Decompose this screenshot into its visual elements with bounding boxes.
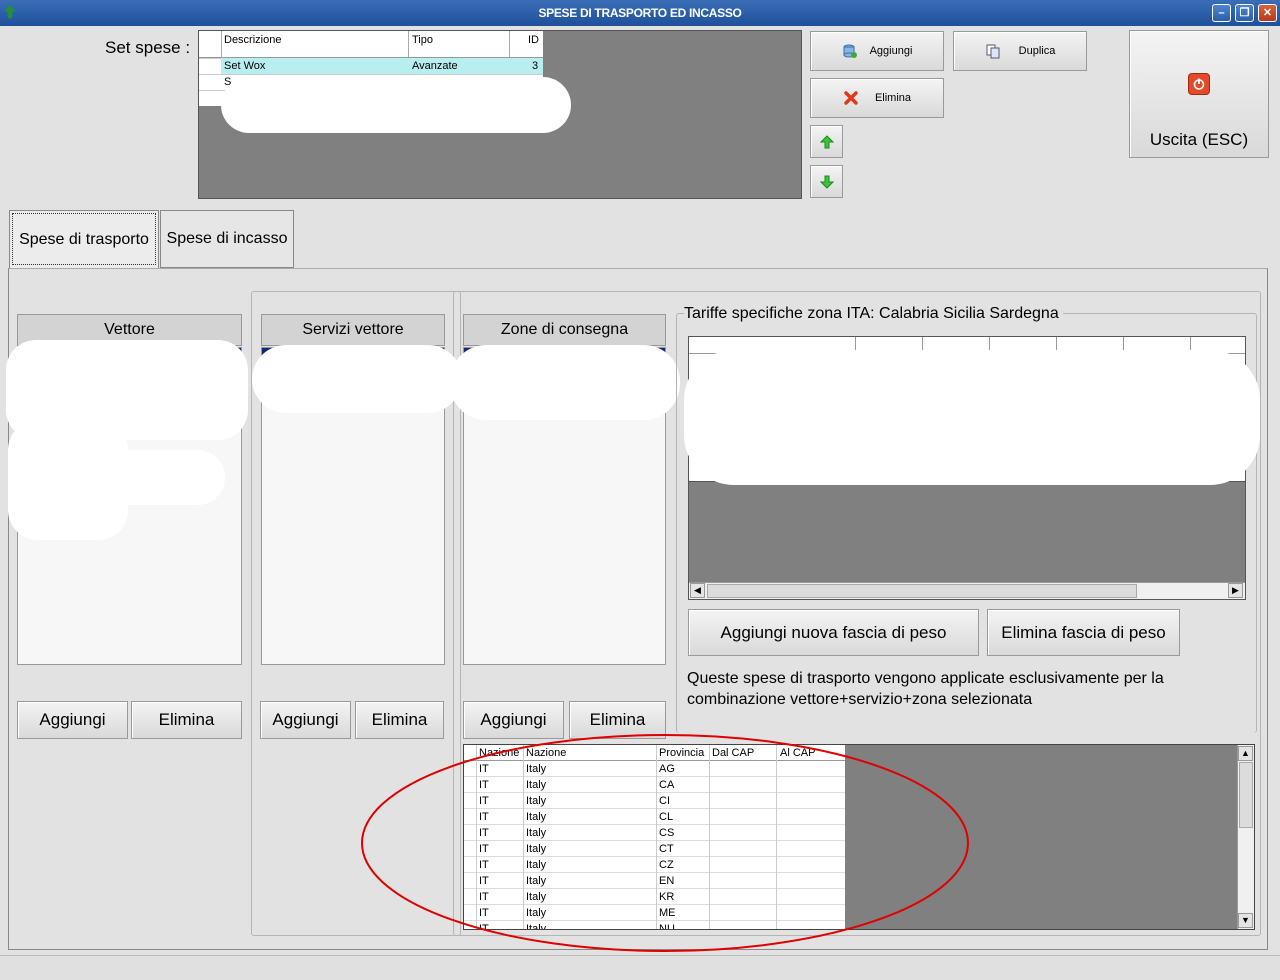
close-button[interactable]: ✕: [1258, 4, 1277, 22]
redaction-blot: [450, 345, 680, 420]
move-down-button[interactable]: [810, 165, 843, 198]
arrow-up-icon: [819, 134, 834, 148]
annotation-ellipse: [361, 734, 969, 952]
redaction-blot: [252, 345, 462, 413]
vettore-add-button[interactable]: Aggiungi: [17, 701, 128, 739]
status-bar: [0, 955, 1280, 980]
scroll-down-icon[interactable]: ▼: [1238, 913, 1253, 928]
redaction-blot: [684, 350, 1260, 485]
add-set-button[interactable]: Aggiungi: [810, 31, 944, 71]
exit-label: Uscita (ESC): [1149, 130, 1249, 149]
arrow-down-icon: [819, 175, 834, 189]
tab-spese-trasporto[interactable]: Spese di trasporto: [9, 210, 159, 268]
tariffe-title: Tariffe specifiche zona ITA: Calabria Si…: [684, 305, 1063, 323]
scroll-thumb[interactable]: [1239, 762, 1253, 828]
servizi-add-button[interactable]: Aggiungi: [260, 701, 351, 739]
row-descrizione: Set Wox: [224, 60, 266, 72]
delete-weight-band-button[interactable]: Elimina fascia di peso: [987, 609, 1180, 656]
redaction-blot: [221, 77, 571, 133]
minimize-button[interactable]: –: [1212, 4, 1231, 22]
scroll-left-icon[interactable]: ◀: [690, 583, 705, 598]
database-add-icon: [843, 44, 857, 58]
table-row[interactable]: Set Wox Avanzate 3: [221, 58, 543, 74]
tariffe-description: Queste spese di trasporto vengono applic…: [687, 670, 1164, 708]
zone-header: Zone di consegna: [463, 314, 666, 346]
set-spese-grid[interactable]: Descrizione Tipo ID Set Wox Avanzate 3 S: [198, 30, 802, 199]
window-title: SPESE DI TRASPORTO ED INCASSO: [538, 6, 742, 20]
set-spese-header: Descrizione Tipo ID: [199, 31, 543, 58]
delete-set-button[interactable]: Elimina: [810, 78, 944, 118]
add-weight-band-button[interactable]: Aggiungi nuova fascia di peso: [688, 609, 979, 656]
col-descrizione[interactable]: Descrizione: [224, 34, 281, 46]
tariffe-hscroll[interactable]: ◀ ▶: [689, 582, 1245, 599]
servizi-header: Servizi vettore: [261, 314, 445, 346]
row-tipo: Avanzate: [412, 60, 458, 72]
scroll-thumb[interactable]: [707, 584, 1137, 598]
redaction-blot: [60, 450, 225, 505]
move-up-button[interactable]: [810, 125, 843, 158]
vettore-delete-button[interactable]: Elimina: [131, 701, 242, 739]
title-bar: SPESE DI TRASPORTO ED INCASSO – ❐ ✕: [0, 0, 1280, 26]
row-id: 3: [532, 60, 539, 72]
power-icon: [1188, 73, 1210, 95]
exit-button[interactable]: Uscita (ESC): [1129, 30, 1269, 158]
copy-icon: [986, 44, 1000, 59]
set-spese-label: Set spese :: [105, 38, 191, 57]
scroll-up-icon[interactable]: ▲: [1238, 746, 1253, 761]
col-id[interactable]: ID: [528, 34, 539, 46]
tab-spese-incasso[interactable]: Spese di incasso: [160, 210, 294, 268]
scroll-right-icon[interactable]: ▶: [1228, 583, 1243, 598]
restore-button[interactable]: ❐: [1235, 4, 1254, 22]
delete-x-icon: [844, 91, 858, 105]
zone-detail-vscroll[interactable]: ▲ ▼: [1237, 745, 1254, 929]
duplicate-set-button[interactable]: Duplica: [953, 31, 1087, 71]
col-tipo[interactable]: Tipo: [412, 34, 433, 46]
